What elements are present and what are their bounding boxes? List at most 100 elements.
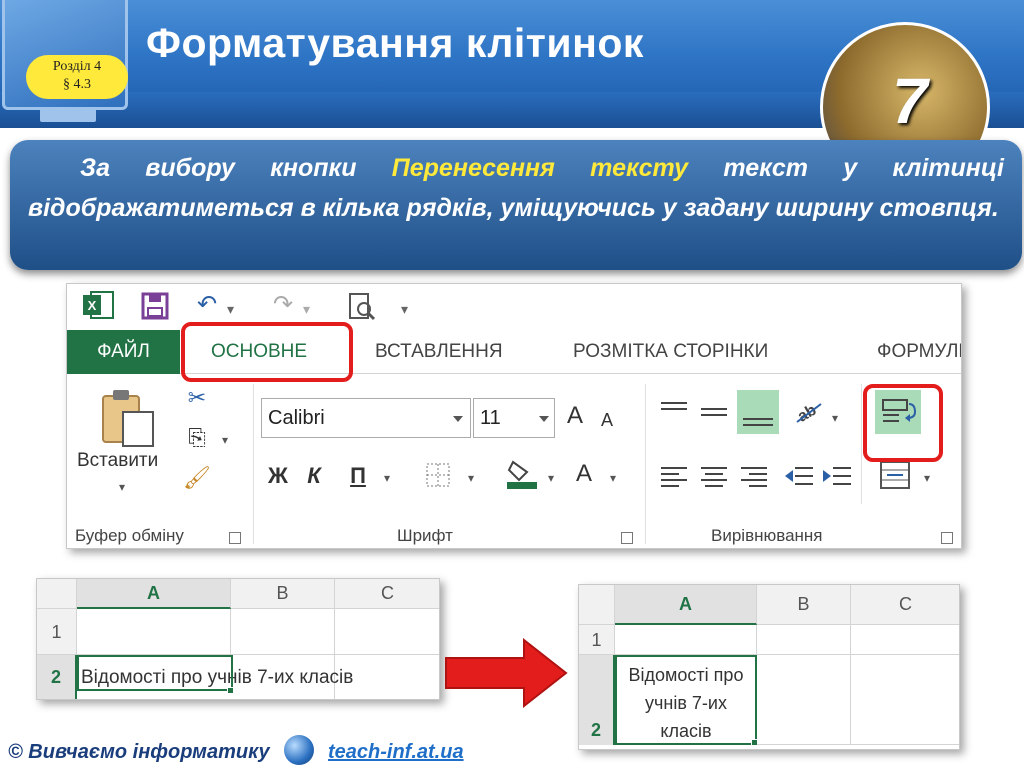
separator — [645, 384, 646, 544]
svg-text:X: X — [88, 298, 97, 313]
description-box: За вибору кнопки Перенесення тексту текс… — [10, 140, 1022, 270]
slide: Розділ 4 § 4.3 Форматування клітинок 7 З… — [0, 0, 1024, 767]
clipboard-launcher-icon[interactable] — [229, 532, 241, 544]
paste-icon[interactable] — [99, 388, 157, 450]
cell-b2[interactable] — [757, 655, 851, 745]
cell-b1[interactable] — [757, 625, 851, 655]
red-arrow-right-icon — [445, 637, 568, 709]
align-bottom-icon[interactable] — [737, 390, 779, 434]
increase-indent-icon[interactable] — [821, 464, 853, 488]
row-header[interactable]: 2 — [579, 655, 615, 745]
description-before: За вибору кнопки — [80, 154, 392, 182]
underline-button[interactable]: П — [345, 462, 371, 490]
paste-dropdown-icon[interactable]: ▾ — [119, 480, 125, 494]
badge-paragraph: § 4.3 — [63, 77, 91, 92]
column-header[interactable]: A — [615, 585, 757, 625]
bold-button[interactable]: Ж — [265, 462, 291, 490]
tab-insert[interactable]: ВСТАВЛЕННЯ — [375, 330, 503, 374]
row-header[interactable]: 1 — [37, 609, 77, 655]
description-text: За вибору кнопки Перенесення тексту текс… — [28, 148, 1004, 228]
font-launcher-icon[interactable] — [621, 532, 633, 544]
undo-dropdown-icon[interactable]: ▾ — [227, 294, 234, 324]
sheet-after: A B C 1 2 Відомості про учнів 7-их класі… — [578, 584, 960, 750]
column-header[interactable]: C — [851, 585, 959, 625]
copy-dropdown-icon[interactable]: ▾ — [217, 426, 233, 454]
align-left-icon[interactable] — [659, 464, 689, 488]
tab-formulas[interactable]: ФОРМУЛИ — [877, 330, 961, 374]
footer-link[interactable]: teach-inf.at.ua — [328, 741, 464, 764]
shrink-font-button[interactable]: A — [597, 406, 617, 434]
excel-logo-icon: X — [83, 291, 114, 319]
column-header[interactable]: B — [757, 585, 851, 625]
undo-icon[interactable]: ↶ — [197, 290, 217, 320]
merge-dropdown-icon[interactable]: ▾ — [919, 464, 935, 492]
copy-icon[interactable]: ⎘ — [179, 424, 215, 452]
column-header[interactable]: B — [231, 579, 335, 609]
cell-c2[interactable] — [851, 655, 959, 745]
cell-c1[interactable] — [335, 609, 439, 655]
cell-a2-line1: Відомості про — [628, 665, 744, 685]
corner-cell[interactable] — [579, 585, 615, 625]
font-group-label: Шрифт — [397, 526, 453, 545]
row-header[interactable]: 2 — [37, 655, 77, 699]
align-middle-icon[interactable] — [699, 400, 729, 424]
underline-dropdown-icon[interactable]: ▾ — [379, 464, 395, 492]
print-preview-icon[interactable] — [347, 292, 377, 322]
home-tab-highlight — [181, 322, 353, 382]
column-header[interactable]: C — [335, 579, 439, 609]
cell-a2[interactable]: Відомості про учнів 7-их класів — [615, 655, 757, 745]
footer: © Вивчаємо інформатику teach-inf.at.ua — [0, 735, 1024, 767]
align-top-icon[interactable] — [659, 400, 689, 424]
column-header[interactable]: A — [77, 579, 231, 609]
tab-file[interactable]: ФАЙЛ — [67, 330, 180, 374]
fill-handle[interactable] — [227, 687, 234, 694]
excel-ribbon: X ↶ ▾ ↷ ▾ ▾ ФАЙЛ ОСНОВНЕ ВСТАВЛЕННЯ РОЗМ… — [66, 283, 962, 549]
cell-a1[interactable] — [77, 609, 231, 655]
sheet-before: A B C 1 2 Відомості про учнів 7-их класі… — [36, 578, 440, 700]
fill-color-icon[interactable] — [505, 458, 539, 490]
borders-icon[interactable] — [425, 462, 451, 488]
globe-icon — [284, 735, 314, 765]
cell-b1[interactable] — [231, 609, 335, 655]
description-highlight: Перенесення тексту — [391, 154, 689, 182]
merge-center-icon[interactable] — [879, 460, 911, 490]
cell-a2-selection — [77, 655, 233, 691]
redo-dropdown-icon[interactable]: ▾ — [303, 294, 310, 324]
wrap-text-highlight — [863, 384, 943, 462]
row-header[interactable]: 1 — [579, 625, 615, 655]
cut-icon[interactable]: ✂ — [179, 384, 215, 412]
page-title: Форматування клітинок — [146, 20, 644, 66]
badge-section: Розділ 4 — [52, 59, 102, 74]
customize-toolbar-icon[interactable]: ▾ — [401, 294, 408, 324]
format-painter-icon[interactable]: 🖌 — [179, 464, 215, 492]
align-center-icon[interactable] — [699, 464, 729, 488]
grow-font-button[interactable]: A — [563, 402, 587, 430]
save-icon[interactable] — [141, 292, 169, 320]
italic-button[interactable]: К — [301, 462, 327, 490]
font-size-dropdown-icon[interactable] — [539, 416, 549, 422]
decrease-indent-icon[interactable] — [783, 464, 815, 488]
separator — [253, 384, 254, 544]
font-color-button[interactable]: A — [571, 460, 597, 488]
corner-cell[interactable] — [37, 579, 77, 609]
align-right-icon[interactable] — [739, 464, 769, 488]
monitor-stand-icon — [40, 108, 96, 122]
paste-button[interactable]: Вставити — [77, 450, 158, 472]
font-name-input[interactable]: Calibri — [261, 398, 471, 438]
borders-dropdown-icon[interactable]: ▾ — [463, 464, 479, 492]
footer-copyright: © Вивчаємо інформатику — [8, 741, 270, 763]
tab-page-layout[interactable]: РОЗМІТКА СТОРІНКИ — [573, 330, 768, 374]
alignment-launcher-icon[interactable] — [941, 532, 953, 544]
font-name-dropdown-icon[interactable] — [453, 416, 463, 422]
cell-a2-line2: учнів 7-их — [645, 693, 727, 713]
orientation-icon[interactable]: ab — [793, 396, 825, 426]
grade-logo: 7 — [820, 22, 990, 192]
separator — [861, 384, 862, 504]
orientation-dropdown-icon[interactable]: ▾ — [827, 404, 843, 432]
font-color-dropdown-icon[interactable]: ▾ — [605, 464, 621, 492]
cell-c1[interactable] — [851, 625, 959, 655]
redo-icon[interactable]: ↷ — [273, 290, 293, 320]
fill-color-dropdown-icon[interactable]: ▾ — [543, 464, 559, 492]
section-badge: Розділ 4 § 4.3 — [26, 55, 128, 99]
cell-a1[interactable] — [615, 625, 757, 655]
